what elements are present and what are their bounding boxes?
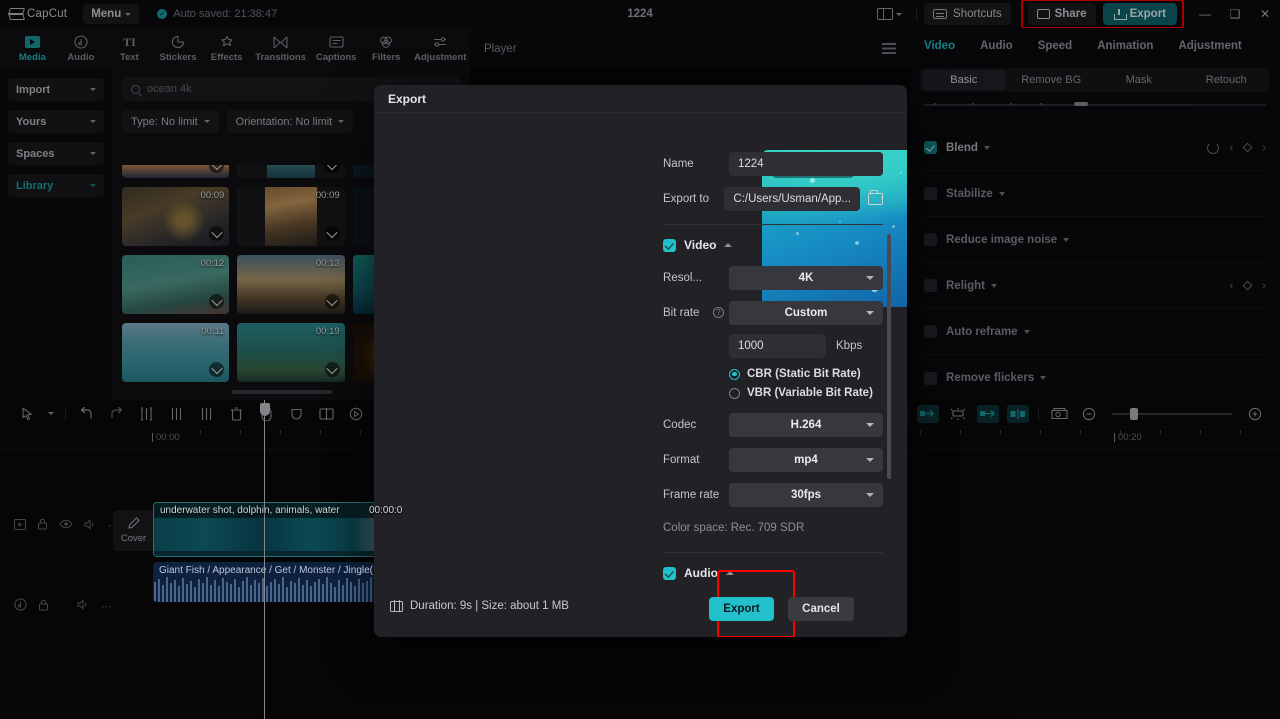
resolution-row: Resol... 4K <box>663 264 883 291</box>
duration-text: Duration: 9s | Size: about 1 MB <box>410 600 569 612</box>
codec-label: Codec <box>663 418 697 431</box>
chevron-down-icon <box>866 310 874 315</box>
bitrate-label: Bit rate <box>663 306 700 319</box>
codec-row: Codec H.264 <box>663 411 883 438</box>
bitrate-row: Bit rate ? Custom <box>663 299 883 326</box>
framerate-row: Frame rate 30fps <box>663 481 883 508</box>
cbr-option[interactable]: CBR (Static Bit Rate) <box>729 368 883 380</box>
bitrate-select[interactable]: Custom <box>729 300 883 325</box>
vbr-label: VBR (Variable Bit Rate) <box>747 387 873 399</box>
radio-vbr[interactable] <box>729 387 740 399</box>
bitrate-value: Custom <box>784 306 828 319</box>
cancel-button[interactable]: Cancel <box>788 597 854 621</box>
export-to-label: Export to <box>663 192 710 205</box>
codec-value: H.264 <box>790 418 822 431</box>
format-value: mp4 <box>794 453 818 466</box>
video-section-label: Video <box>684 238 717 252</box>
video-clip-label: underwater shot, dolphin, animals, water <box>160 505 340 516</box>
checkbox-audio[interactable] <box>663 566 676 580</box>
checkbox-video[interactable] <box>663 238 676 252</box>
bitrate-custom-input[interactable]: 1000 <box>729 334 826 358</box>
export-to-row: Export to C:/Users/Usman/App... <box>663 185 883 212</box>
radio-cbr[interactable] <box>729 368 740 380</box>
video-clip-time: 00:00:0 <box>369 505 403 516</box>
format-label: Format <box>663 453 700 466</box>
help-icon[interactable]: ? <box>713 307 724 318</box>
resolution-label: Resol... <box>663 271 702 284</box>
export-dialog-body: Edit cover Name 1224 Export to C:/Users/… <box>374 114 907 580</box>
film-icon <box>390 600 403 612</box>
export-dialog-title: Export <box>374 85 907 113</box>
export-dialog: Export Name 1224 Export to C:/Users/Usma… <box>374 85 907 637</box>
bitrate-unit-label: Kbps <box>836 340 863 352</box>
export-to-field[interactable]: C:/Users/Usman/App... <box>724 186 860 211</box>
framerate-value: 30fps <box>790 488 822 501</box>
divider <box>663 224 883 225</box>
chevron-down-icon <box>866 275 874 280</box>
divider <box>663 552 883 553</box>
video-section-header[interactable]: Video <box>663 238 883 252</box>
framerate-label: Frame rate <box>663 488 720 501</box>
cbr-label: CBR (Static Bit Rate) <box>747 368 861 380</box>
format-select[interactable]: mp4 <box>729 447 883 472</box>
name-label: Name <box>663 157 694 170</box>
color-space-label: Color space: Rec. 709 SDR <box>663 522 805 534</box>
chevron-down-icon <box>866 422 874 427</box>
export-confirm-button[interactable]: Export <box>709 597 774 621</box>
capcut-window: CapCut Menu ✓ Auto saved: 21:38:47 1224 … <box>0 0 1280 719</box>
chevron-down-icon <box>866 457 874 462</box>
framerate-select[interactable]: 30fps <box>729 482 883 507</box>
export-dialog-footer: Duration: 9s | Size: about 1 MB Export C… <box>374 570 907 637</box>
export-settings-form: Name 1224 Export to C:/Users/Usman/App..… <box>663 150 883 580</box>
audio-clip-label: Giant Fish / Appearance / Get / Monster … <box>159 565 373 576</box>
vbr-option[interactable]: VBR (Variable Bit Rate) <box>729 387 883 399</box>
format-row: Format mp4 <box>663 446 883 473</box>
bitrate-custom-row: 1000 Kbps <box>729 334 883 358</box>
folder-icon[interactable] <box>868 189 883 205</box>
chevron-up-icon[interactable] <box>724 243 733 247</box>
name-field[interactable]: 1224 <box>729 151 883 176</box>
dialog-scrollbar[interactable] <box>887 234 891 479</box>
resolution-value: 4K <box>798 271 814 284</box>
audio-section-label: Audio <box>684 566 718 580</box>
resolution-select[interactable]: 4K <box>729 265 883 290</box>
chevron-down-icon <box>866 492 874 497</box>
duration-info: Duration: 9s | Size: about 1 MB <box>390 600 569 612</box>
name-row: Name 1224 <box>663 150 883 177</box>
codec-select[interactable]: H.264 <box>729 412 883 437</box>
